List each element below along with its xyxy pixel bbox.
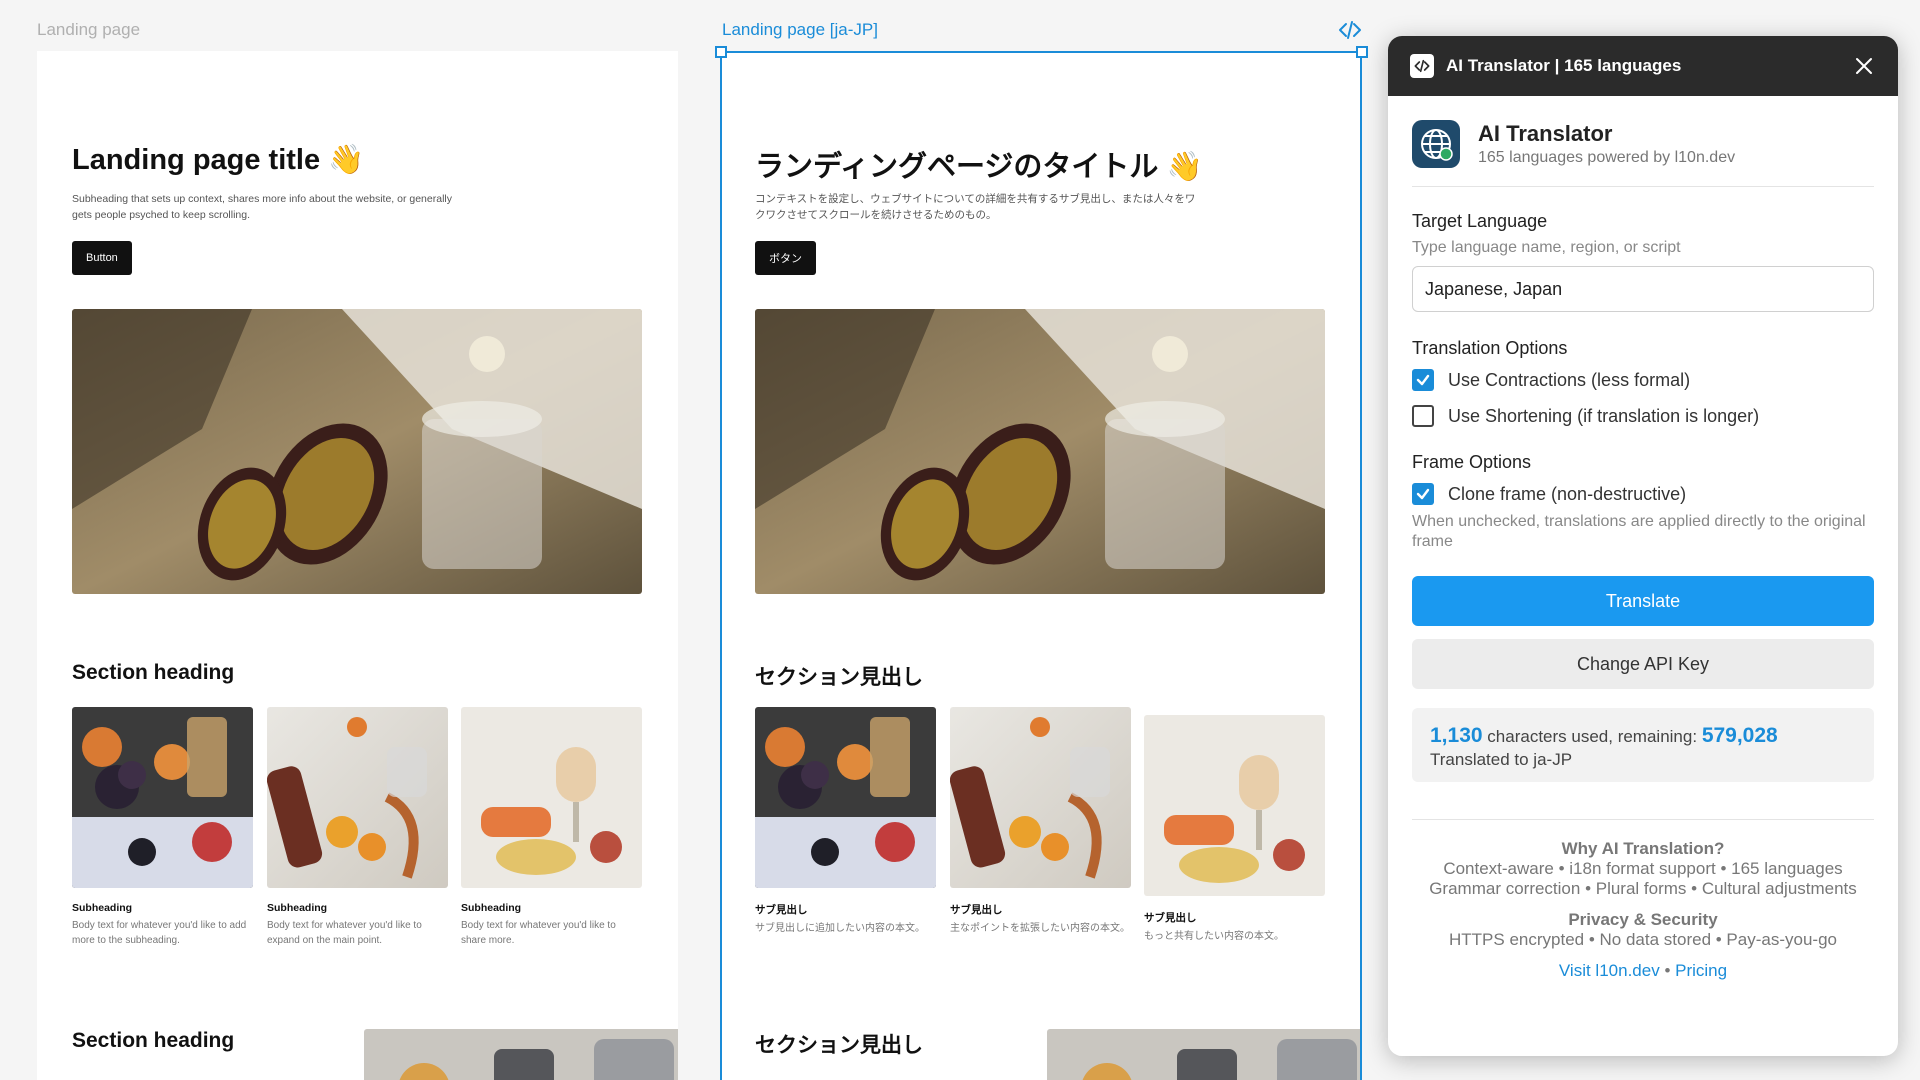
privacy-heading: Privacy & Security bbox=[1568, 910, 1718, 929]
why-line: Context-aware • i18n format support • 16… bbox=[1443, 859, 1843, 878]
hero-button[interactable]: ボタン bbox=[755, 241, 816, 275]
original-frame[interactable]: Landing page title 👋 Subheading that set… bbox=[37, 51, 678, 1080]
chars-used: 1,130 bbox=[1430, 724, 1483, 747]
card-image bbox=[267, 707, 448, 888]
page-subheading: Subheading that sets up context, shares … bbox=[72, 193, 452, 221]
resize-handle-top-right[interactable] bbox=[1356, 46, 1368, 58]
card-body: Body text for whatever you'd like to add… bbox=[72, 920, 247, 946]
feature-card: Subheading Body text for whatever you'd … bbox=[267, 707, 448, 948]
section-image bbox=[1047, 1029, 1361, 1080]
feature-card: サブ見出し サブ見出しに追加したい内容の本文。 bbox=[755, 707, 936, 936]
section-heading-2: Section heading bbox=[72, 1029, 235, 1052]
chars-used-text: characters used, remaining: bbox=[1487, 727, 1698, 746]
card-title: Subheading bbox=[461, 902, 522, 914]
card-body: Body text for whatever you'd like to exp… bbox=[267, 920, 422, 946]
translated-frame[interactable]: ランディングページのタイトル 👋 コンテキストを設定し、ウェブサイトについての詳… bbox=[720, 51, 1361, 1080]
checkbox-checked[interactable] bbox=[1412, 483, 1434, 505]
resize-handle-top-left[interactable] bbox=[715, 46, 727, 58]
translator-panel: AI Translator | 165 languages AI Transla… bbox=[1388, 36, 1898, 1056]
frame-options-label: Frame Options bbox=[1412, 452, 1532, 472]
checkbox-label: Use Shortening (if translation is longer… bbox=[1448, 405, 1760, 426]
usage-stats: 1,130 characters used, remaining: 579,02… bbox=[1412, 708, 1874, 782]
clone-note: When unchecked, translations are applied… bbox=[1412, 513, 1866, 550]
card-image bbox=[1144, 715, 1325, 896]
link-separator: • bbox=[1664, 961, 1671, 980]
panel-title: AI Translator | 165 languages bbox=[1446, 56, 1682, 75]
app-name: AI Translator bbox=[1478, 121, 1613, 146]
code-icon[interactable] bbox=[1338, 18, 1362, 42]
code-icon bbox=[1410, 54, 1434, 78]
page-subheading: コンテキストを設定し、ウェブサイトについての詳細を共有するサブ見出し、または人々… bbox=[755, 193, 1196, 221]
shortening-option[interactable]: Use Shortening (if translation is longer… bbox=[1412, 405, 1759, 427]
target-language-label: Target Language bbox=[1412, 211, 1548, 231]
card-title: サブ見出し bbox=[1144, 912, 1197, 924]
card-body: サブ見出しに追加したい内容の本文。 bbox=[755, 923, 925, 934]
frame-label-translated[interactable]: Landing page [ja-JP] bbox=[722, 20, 878, 40]
feature-card: サブ見出し 主なポイントを拡張したい内容の本文。 bbox=[950, 707, 1131, 936]
card-title: サブ見出し bbox=[950, 904, 1003, 916]
card-image bbox=[755, 707, 936, 888]
checkbox-unchecked[interactable] bbox=[1412, 405, 1434, 427]
translated-to: Translated to ja-JP bbox=[1430, 750, 1573, 769]
frame-label-original[interactable]: Landing page bbox=[37, 20, 140, 40]
panel-header: AI Translator | 165 languages bbox=[1388, 36, 1898, 96]
close-icon[interactable] bbox=[1852, 54, 1876, 78]
target-language-input[interactable] bbox=[1412, 266, 1874, 312]
app-info: AI Translator 165 languages powered by l… bbox=[1412, 120, 1735, 168]
contractions-option[interactable]: Use Contractions (less formal) bbox=[1412, 369, 1690, 391]
target-language-hint: Type language name, region, or script bbox=[1412, 239, 1681, 256]
translate-button[interactable]: Translate bbox=[1412, 576, 1874, 626]
divider bbox=[1412, 186, 1874, 187]
card-image bbox=[461, 707, 642, 888]
section-image bbox=[364, 1029, 678, 1080]
card-image bbox=[72, 707, 253, 888]
feature-card: Subheading Body text for whatever you'd … bbox=[72, 707, 253, 948]
hero-image bbox=[755, 309, 1325, 594]
why-heading: Why AI Translation? bbox=[1561, 839, 1725, 858]
card-title: Subheading bbox=[72, 902, 133, 914]
why-section: Why AI Translation? Context-aware • i18n… bbox=[1412, 839, 1874, 899]
feature-card: サブ見出し もっと共有したい内容の本文。 bbox=[1144, 715, 1325, 944]
feature-card: Subheading Body text for whatever you'd … bbox=[461, 707, 642, 948]
hero-image bbox=[72, 309, 642, 594]
card-image bbox=[950, 707, 1131, 888]
section-heading: Section heading bbox=[72, 661, 235, 684]
section-heading-2: セクション見出し bbox=[755, 1034, 923, 1057]
page-title: ランディングページのタイトル 👋 bbox=[755, 151, 1203, 183]
privacy-section: Privacy & Security HTTPS encrypted • No … bbox=[1412, 910, 1874, 950]
pricing-link[interactable]: Pricing bbox=[1675, 961, 1727, 980]
card-title: Subheading bbox=[267, 902, 328, 914]
checkbox-checked[interactable] bbox=[1412, 369, 1434, 391]
why-line: Grammar correction • Plural forms • Cult… bbox=[1429, 879, 1857, 898]
hero-button[interactable]: Button bbox=[72, 241, 132, 275]
checkbox-label: Clone frame (non-destructive) bbox=[1448, 483, 1687, 504]
card-body: 主なポイントを拡張したい内容の本文。 bbox=[950, 923, 1130, 934]
divider bbox=[1412, 819, 1874, 820]
visit-link[interactable]: Visit l10n.dev bbox=[1559, 961, 1660, 980]
card-body: もっと共有したい内容の本文。 bbox=[1144, 931, 1284, 942]
globe-icon bbox=[1412, 120, 1460, 168]
footer-links: Visit l10n.dev • Pricing bbox=[1412, 961, 1874, 981]
page-title: Landing page title 👋 bbox=[72, 144, 365, 176]
change-api-key-button[interactable]: Change API Key bbox=[1412, 639, 1874, 689]
privacy-line: HTTPS encrypted • No data stored • Pay-a… bbox=[1449, 930, 1837, 949]
app-description: 165 languages powered by l10n.dev bbox=[1478, 149, 1736, 166]
checkbox-label: Use Contractions (less formal) bbox=[1448, 369, 1691, 390]
chars-remaining: 579,028 bbox=[1701, 724, 1778, 747]
section-heading: セクション見出し bbox=[755, 666, 923, 689]
translation-options-label: Translation Options bbox=[1412, 338, 1568, 358]
card-body: Body text for whatever you'd like to sha… bbox=[461, 920, 616, 946]
clone-frame-option[interactable]: Clone frame (non-destructive) bbox=[1412, 483, 1686, 505]
card-title: サブ見出し bbox=[755, 904, 808, 916]
